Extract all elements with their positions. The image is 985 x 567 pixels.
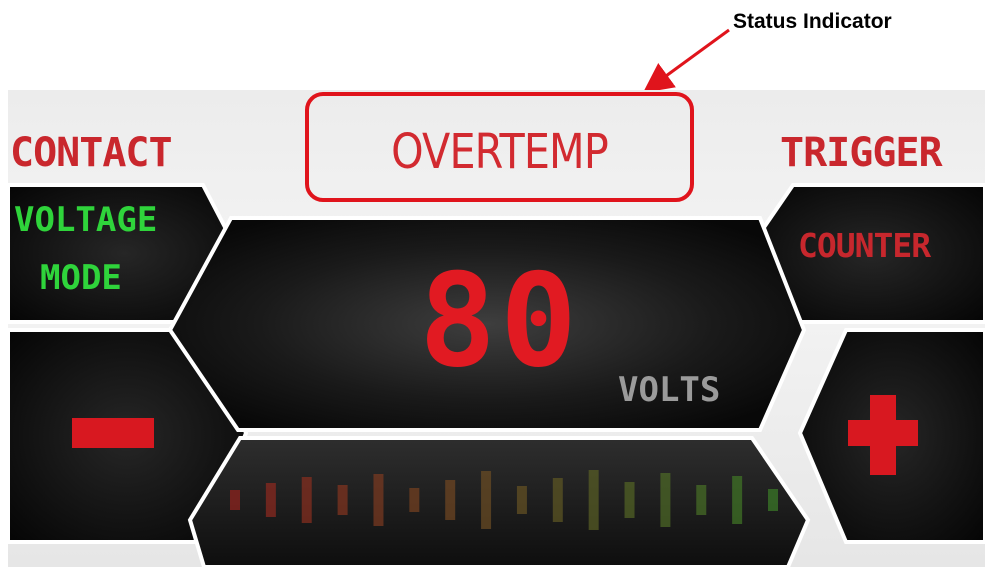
voltage-mode-label-line2: MODE bbox=[40, 258, 122, 298]
contact-title: CONTACT bbox=[10, 130, 173, 176]
level-meter-bar bbox=[768, 489, 778, 511]
voltage-readout: 80 bbox=[418, 247, 582, 396]
level-meter-bar bbox=[696, 485, 707, 515]
trigger-title: TRIGGER bbox=[780, 130, 943, 176]
voltage-unit: VOLTS bbox=[618, 370, 721, 410]
level-meter-bar bbox=[230, 490, 240, 510]
voltage-mode-label-line1: VOLTAGE bbox=[14, 200, 158, 240]
level-meter-bar bbox=[301, 477, 312, 523]
status-indicator-text: OVERTEMP bbox=[391, 124, 609, 180]
minus-icon bbox=[72, 418, 154, 448]
counter-label: COUNTER bbox=[798, 226, 931, 265]
level-meter-bar bbox=[552, 478, 563, 522]
level-meter-bar bbox=[265, 483, 276, 517]
device-screen: CONTACT TRIGGER OVERTEMP VOLTAGE MODE CO… bbox=[8, 90, 985, 567]
level-meter-bar bbox=[660, 473, 671, 527]
level-meter-bar bbox=[732, 476, 743, 524]
level-meter-bar bbox=[409, 488, 420, 512]
level-meter-bar bbox=[337, 485, 348, 515]
level-meter-bar bbox=[588, 470, 599, 530]
level-meter-bar bbox=[373, 474, 384, 526]
level-meter-bar bbox=[624, 482, 635, 518]
level-meter-panel bbox=[187, 436, 811, 567]
annotation-arrow-icon bbox=[642, 28, 730, 93]
level-meter-bar bbox=[481, 471, 492, 529]
level-meter-bar bbox=[516, 486, 527, 514]
level-meter-bar bbox=[445, 480, 456, 520]
